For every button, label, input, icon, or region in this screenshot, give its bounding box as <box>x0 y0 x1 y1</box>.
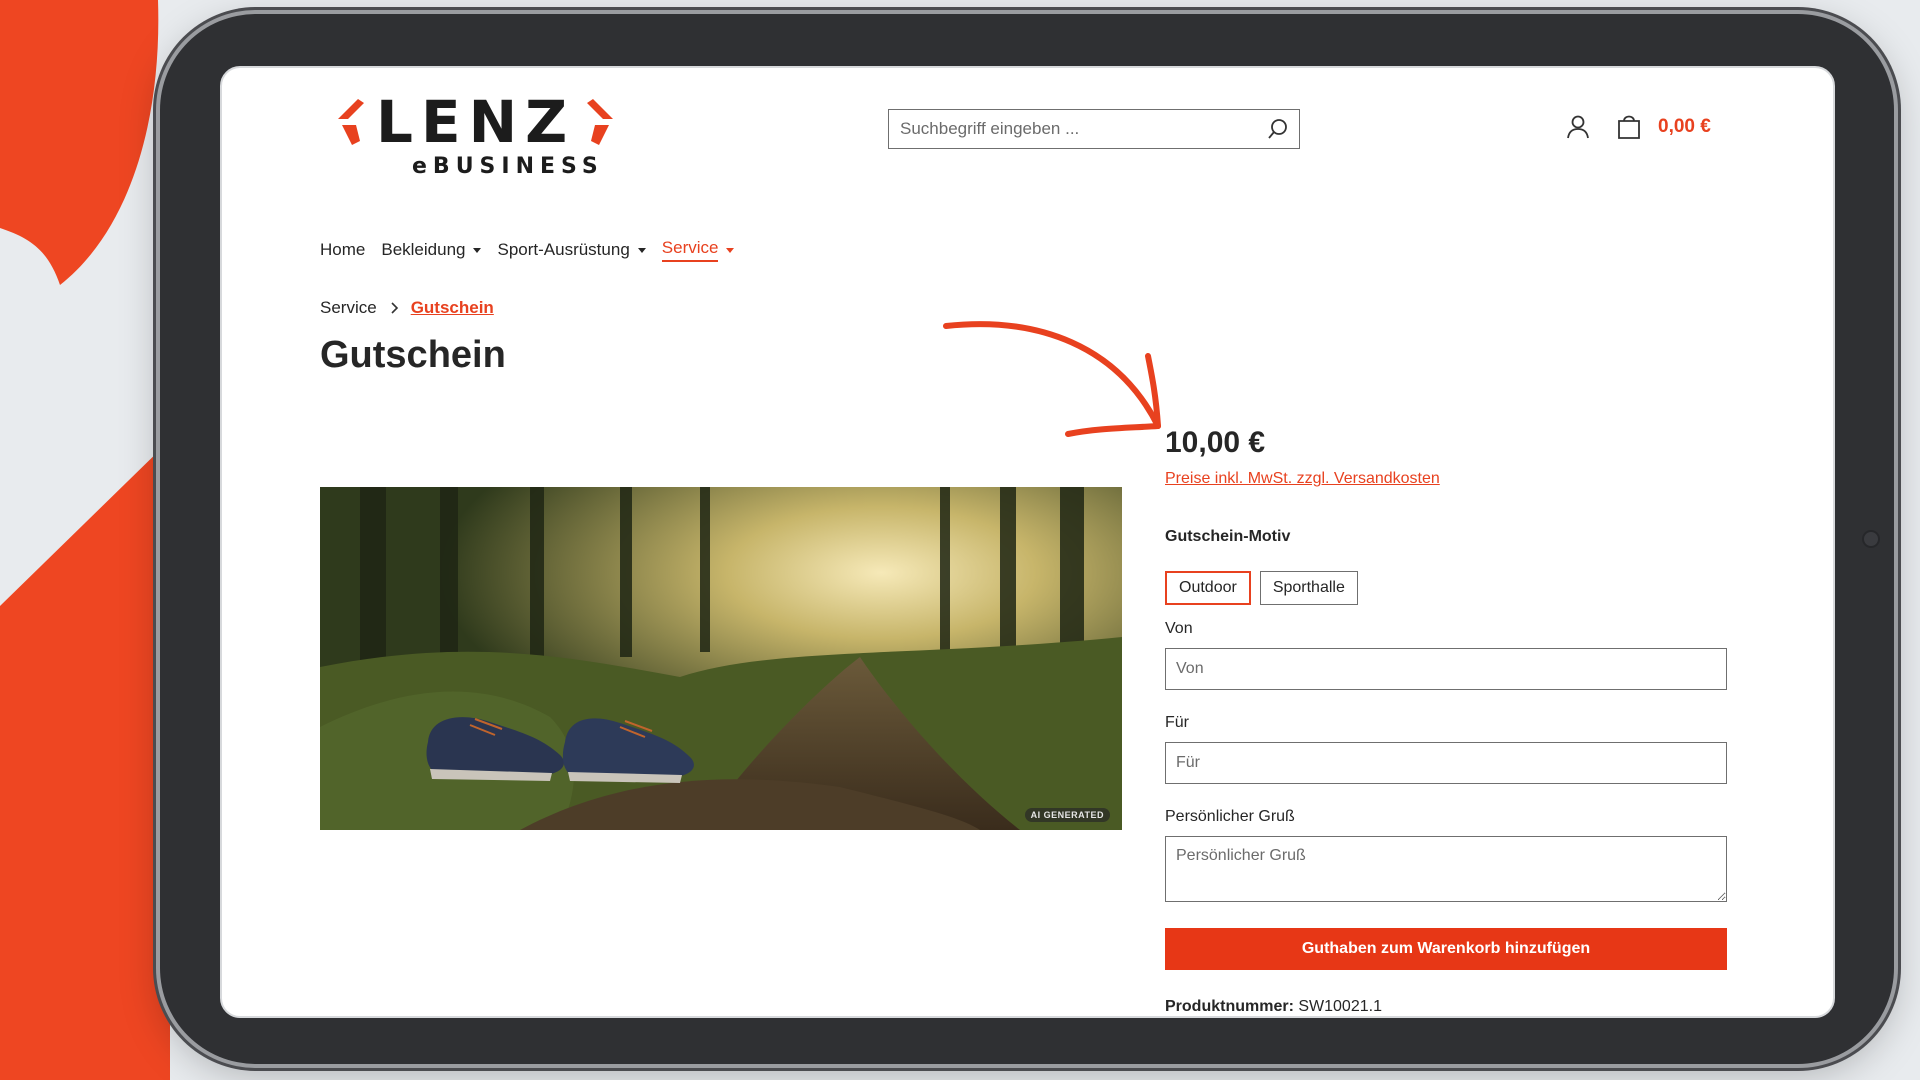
breadcrumb: Service Gutschein <box>320 298 494 318</box>
caret-down-icon <box>473 247 482 253</box>
page-title: Gutschein <box>320 334 506 376</box>
search-input[interactable] <box>898 110 1252 148</box>
chevron-left-icon <box>338 99 364 145</box>
search-box <box>888 109 1300 149</box>
breadcrumb-service[interactable]: Service <box>320 298 377 318</box>
brand-name: LENZ <box>376 88 576 156</box>
browser-viewport: LENZ eBUSINESS 0,00 € <box>220 66 1835 1018</box>
message-label: Persönlicher Gruß <box>1165 808 1295 825</box>
arrow-annotation-icon <box>943 321 1161 437</box>
nav-item-label: Service <box>661 238 719 262</box>
nav-item-label: Home <box>320 240 366 259</box>
nav-item-label: Sport-Ausrüstung <box>497 240 630 259</box>
forest-trail-shoes-illustration <box>320 487 1122 830</box>
brand-subtitle: eBUSINESS <box>412 154 604 179</box>
account-icon[interactable] <box>1566 114 1590 140</box>
motif-label: Gutschein-Motiv <box>1165 528 1291 545</box>
brand-logo[interactable]: LENZ eBUSINESS <box>332 90 632 182</box>
chevron-right-icon <box>587 99 614 145</box>
motif-option-sporthalle[interactable]: Sporthalle <box>1259 571 1358 605</box>
product-price: 10,00 € <box>1165 426 1266 459</box>
to-label: Für <box>1165 714 1189 731</box>
to-field[interactable] <box>1165 742 1727 784</box>
breadcrumb-current[interactable]: Gutschein <box>411 298 494 318</box>
main-navigation: Home Bekleidung Sport-Ausrüstung Service <box>320 238 735 262</box>
product-image[interactable]: AI GENERATED <box>320 487 1122 830</box>
from-field[interactable] <box>1165 648 1727 690</box>
caret-down-icon <box>726 247 735 253</box>
chevron-right-icon <box>391 302 398 314</box>
tablet-frame: LENZ eBUSINESS 0,00 € <box>160 14 1894 1064</box>
nav-item-bekleidung[interactable]: Bekleidung <box>381 238 482 262</box>
cart-total[interactable]: 0,00 € <box>1658 116 1711 138</box>
camera-icon <box>1862 530 1880 548</box>
product-number-label: Produktnummer: <box>1165 998 1294 1015</box>
search-icon[interactable] <box>1267 118 1289 140</box>
cart-icon[interactable] <box>1616 112 1642 140</box>
motif-options: Outdoor Sporthalle <box>1165 571 1358 605</box>
caret-down-icon <box>637 247 646 253</box>
add-to-cart-button[interactable]: Guthaben zum Warenkorb hinzufügen <box>1165 928 1727 970</box>
ai-generated-badge: AI GENERATED <box>1024 808 1110 822</box>
tax-shipping-link[interactable]: Preise inkl. MwSt. zzgl. Versandkosten <box>1165 470 1440 488</box>
message-field[interactable] <box>1165 836 1727 902</box>
nav-item-home[interactable]: Home <box>320 238 365 262</box>
nav-item-label: Bekleidung <box>381 240 466 259</box>
nav-item-service[interactable]: Service <box>661 238 735 262</box>
from-label: Von <box>1165 620 1193 637</box>
product-number-value: SW10021.1 <box>1298 998 1382 1015</box>
nav-item-sport-ausruestung[interactable]: Sport-Ausrüstung <box>497 238 646 262</box>
motif-option-outdoor[interactable]: Outdoor <box>1165 571 1251 605</box>
product-number: Produktnummer: SW10021.1 <box>1165 998 1382 1016</box>
